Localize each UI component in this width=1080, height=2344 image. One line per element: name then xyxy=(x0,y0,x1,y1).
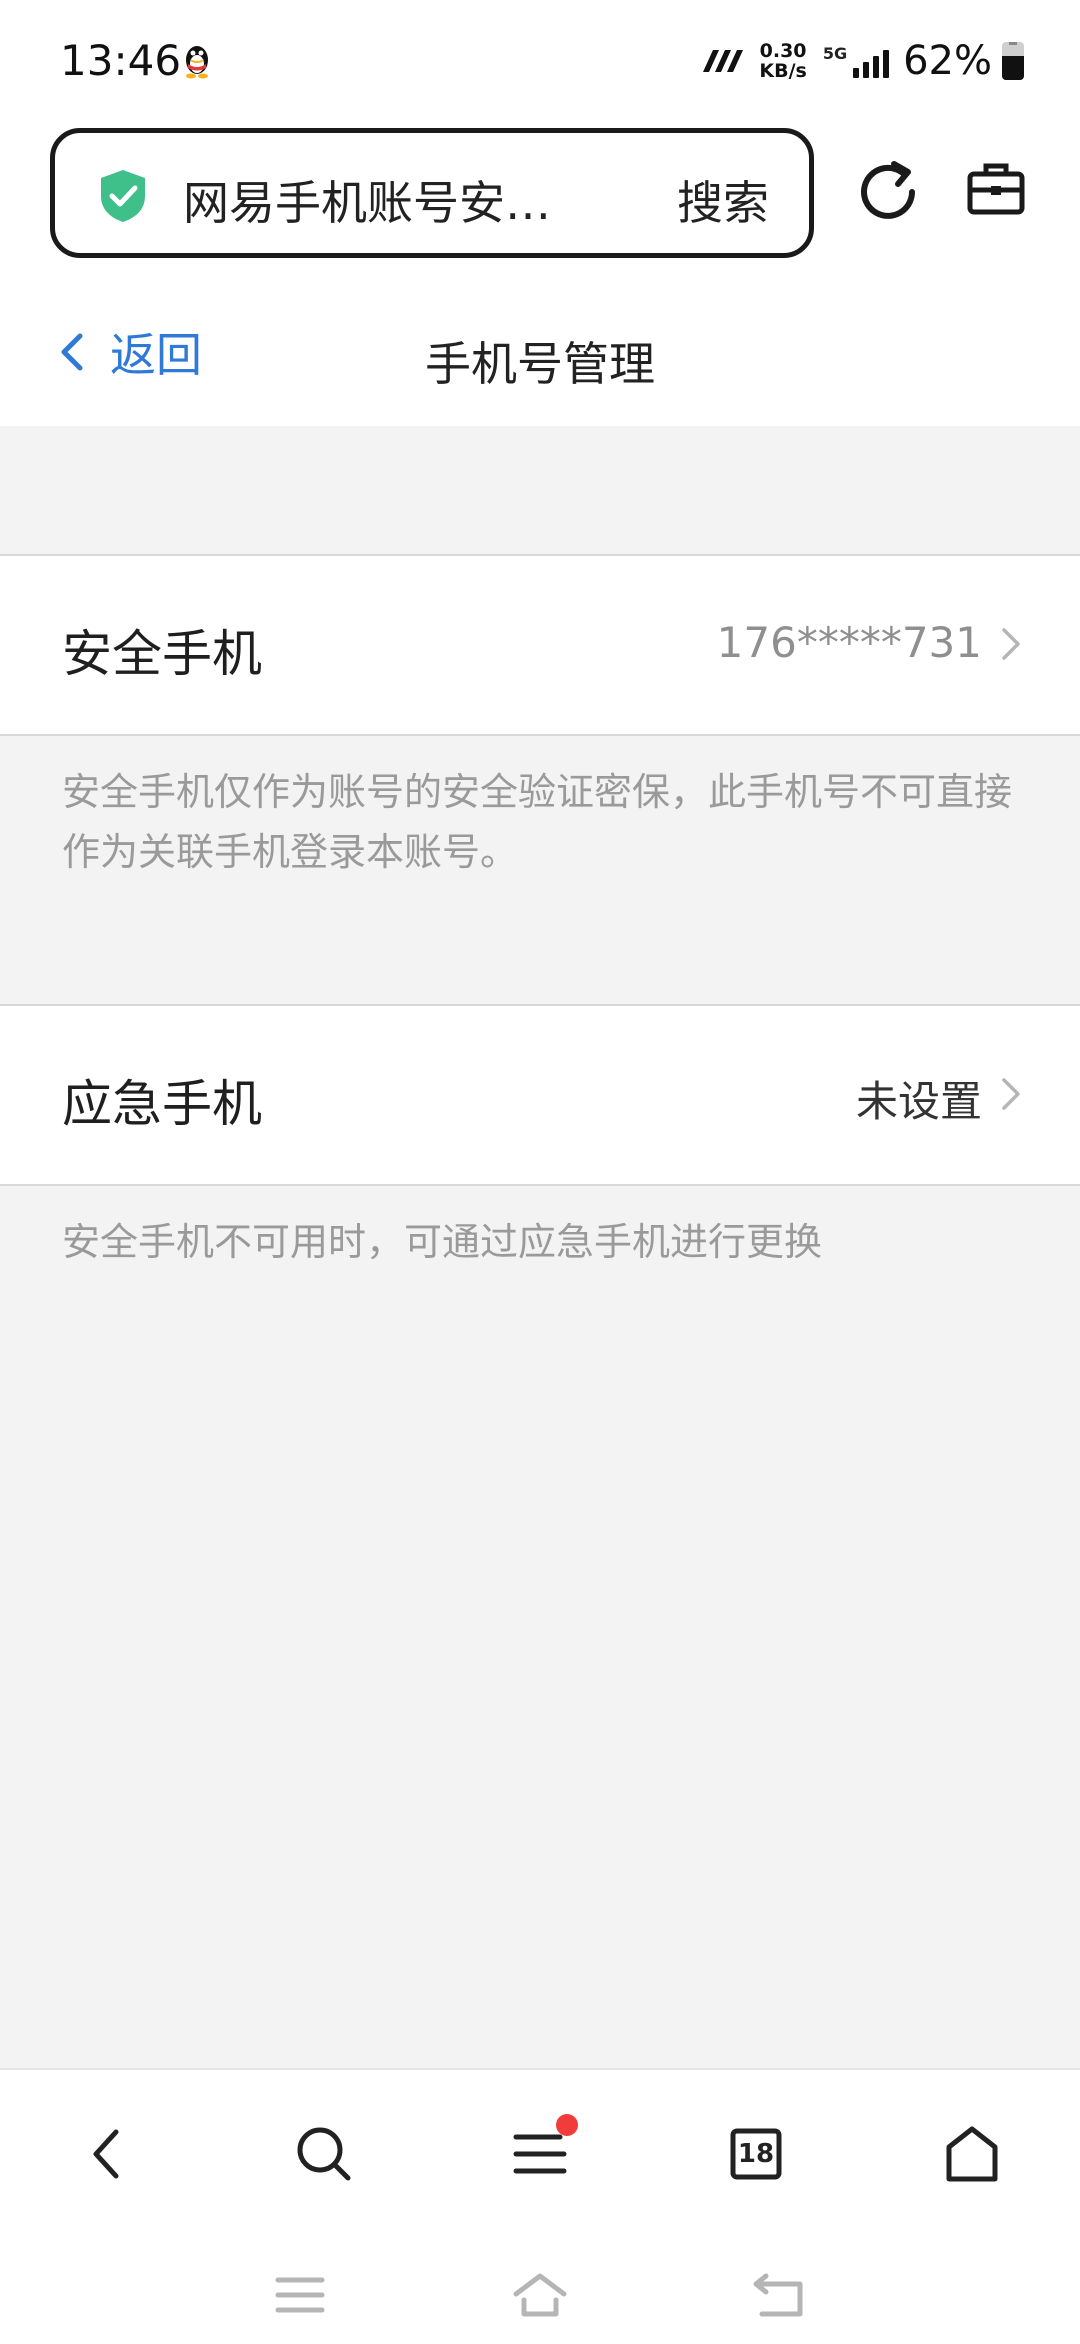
address-bar[interactable]: 网易手机账号安… 搜索 xyxy=(50,128,814,258)
signal-bar xyxy=(873,56,880,78)
menu-icon xyxy=(513,2134,567,2174)
network-activity-icon xyxy=(703,50,744,72)
emergency-phone-value: 未设置 xyxy=(855,1077,982,1126)
signal-strength-icon: 5G xyxy=(822,44,890,78)
battery-percent: 62% xyxy=(903,38,992,84)
tab-count: 18 xyxy=(737,2139,775,2169)
system-home-icon[interactable] xyxy=(510,2270,570,2320)
system-back-icon[interactable] xyxy=(750,2270,810,2320)
search-button[interactable]: 搜索 xyxy=(677,167,769,233)
security-phone-note: 安全手机仅作为账号的安全验证密保，此手机号不可直接作为关联手机登录本账号。 xyxy=(62,770,1013,874)
page-header: 返回 手机号管理 xyxy=(0,280,1080,426)
search-icon xyxy=(297,2127,351,2181)
signal-bar xyxy=(853,68,860,78)
emergency-phone-label: 应急手机 xyxy=(62,1075,262,1133)
refresh-icon[interactable] xyxy=(858,158,920,220)
chevron-right-icon xyxy=(1002,628,1020,660)
net-speed-value: 0.30 xyxy=(759,40,807,62)
nav-home-button[interactable] xyxy=(932,2114,1012,2194)
battery-fill xyxy=(1002,56,1024,80)
emergency-phone-note: 安全手机不可用时，可通过应急手机进行更换 xyxy=(62,1220,823,1264)
chevron-right-icon xyxy=(1002,1078,1020,1110)
signal-bar xyxy=(863,62,870,78)
emergency-phone-row[interactable]: 应急手机 未设置 xyxy=(0,1004,1080,1186)
browser-bar: 网易手机账号安… 搜索 xyxy=(0,120,1080,280)
nav-menu-button[interactable] xyxy=(500,2114,580,2194)
status-time: 13:46 xyxy=(60,36,182,85)
signal-bar xyxy=(883,50,890,78)
bottom-toolbar: 18 xyxy=(0,2068,1080,2344)
nav-search-button[interactable] xyxy=(284,2114,364,2194)
notification-dot xyxy=(556,2114,578,2136)
security-phone-label: 安全手机 xyxy=(62,625,262,683)
net-speed-unit: KB/s xyxy=(759,60,807,82)
system-menu-icon[interactable] xyxy=(270,2270,330,2320)
arrow-left-icon xyxy=(93,2129,119,2179)
network-type: 5G xyxy=(822,44,848,63)
toolbox-icon[interactable] xyxy=(966,160,1026,216)
shield-check-icon xyxy=(101,170,145,222)
net-speed: 0.30 KB/s xyxy=(759,41,806,81)
qq-icon xyxy=(186,46,208,79)
page-url-title[interactable]: 网易手机账号安… xyxy=(183,167,603,233)
status-bar: 13:46 0.30 KB/s 5G 62% xyxy=(0,0,1080,120)
status-indicators: 0.30 KB/s 5G 62% xyxy=(699,36,1024,86)
security-phone-row[interactable]: 安全手机 176*****731 xyxy=(0,554,1080,736)
home-icon xyxy=(946,2126,998,2182)
security-phone-value: 176*****731 xyxy=(716,618,982,667)
page-title: 手机号管理 xyxy=(425,337,655,391)
nav-back-button[interactable] xyxy=(66,2114,146,2194)
nav-tabs-button[interactable]: 18 xyxy=(716,2114,796,2194)
battery-icon xyxy=(1002,42,1024,80)
